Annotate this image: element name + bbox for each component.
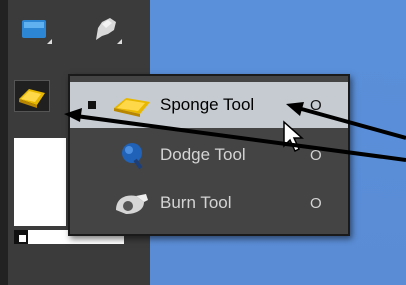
burn-tool-icon [116,194,148,214]
blur-tool-button[interactable] [18,14,52,44]
menu-item-shortcut: O [310,96,322,114]
menu-item-sponge-tool[interactable]: Sponge Tool O [70,82,348,128]
sponge-tool-icon [19,89,45,108]
tool-group-indicator [47,39,52,44]
menu-item-shortcut: O [310,146,322,164]
toolbar-edge [0,0,8,285]
sponge-tool-icon [114,98,150,117]
default-colors-icon[interactable] [14,230,28,244]
menu-item-label: Sponge Tool [160,95,255,114]
dodge-tool-icon [122,143,143,170]
sponge-tool-button[interactable] [14,80,50,112]
menu-item-label: Dodge Tool [160,145,246,164]
menu-item-dodge-tool[interactable]: Dodge Tool O [70,132,348,178]
tool-group-indicator [117,39,122,44]
tool-flyout-menu: Sponge Tool O Dodge Tool O Burn Tool O [68,74,350,236]
smudge-tool-button[interactable] [88,14,122,44]
foreground-color-swatch[interactable] [14,138,66,226]
selected-indicator-icon [88,101,96,109]
menu-item-shortcut: O [310,194,322,212]
menu-item-label: Burn Tool [160,193,232,212]
menu-item-burn-tool[interactable]: Burn Tool O [70,180,348,226]
